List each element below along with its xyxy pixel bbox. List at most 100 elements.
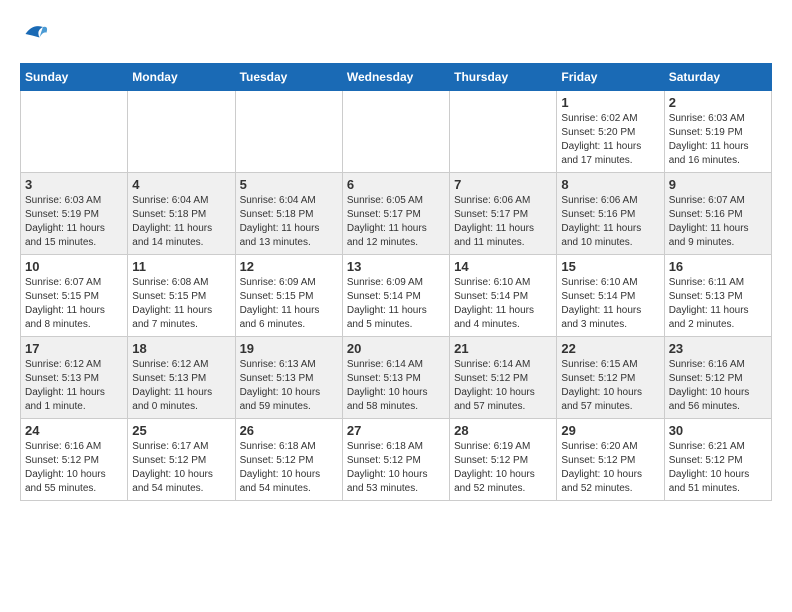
day-number: 28 (454, 423, 552, 438)
day-info: Sunrise: 6:11 AMSunset: 5:13 PMDaylight:… (669, 276, 767, 332)
day-info: Sunrise: 6:02 AMSunset: 5:20 PMDaylight:… (561, 112, 659, 168)
day-info: Sunrise: 6:14 AMSunset: 5:13 PMDaylight:… (347, 358, 445, 414)
calendar-week-row: 3 Sunrise: 6:03 AMSunset: 5:19 PMDaylight… (21, 173, 772, 255)
day-number: 17 (25, 341, 123, 356)
day-number: 14 (454, 259, 552, 274)
day-number: 20 (347, 341, 445, 356)
calendar-cell: 16 Sunrise: 6:11 AMSunset: 5:13 PMDayligh… (664, 255, 771, 337)
day-number: 15 (561, 259, 659, 274)
day-number: 10 (25, 259, 123, 274)
day-number: 6 (347, 177, 445, 192)
calendar-cell: 26Sunrise: 6:18 AMSunset: 5:12 PMDayligh… (235, 419, 342, 501)
calendar-cell: 3 Sunrise: 6:03 AMSunset: 5:19 PMDaylight… (21, 173, 128, 255)
calendar-cell: 11 Sunrise: 6:08 AMSunset: 5:15 PMDayligh… (128, 255, 235, 337)
day-info: Sunrise: 6:12 AMSunset: 5:13 PMDaylight:… (132, 358, 230, 414)
calendar-cell: 17 Sunrise: 6:12 AMSunset: 5:13 PMDayligh… (21, 337, 128, 419)
day-info: Sunrise: 6:14 AMSunset: 5:12 PMDaylight:… (454, 358, 552, 414)
day-number: 9 (669, 177, 767, 192)
day-number: 19 (240, 341, 338, 356)
day-number: 11 (132, 259, 230, 274)
day-number: 21 (454, 341, 552, 356)
calendar-cell: 4 Sunrise: 6:04 AMSunset: 5:18 PMDaylight… (128, 173, 235, 255)
day-info: Sunrise: 6:04 AMSunset: 5:18 PMDaylight:… (132, 194, 230, 250)
day-number: 25 (132, 423, 230, 438)
day-number: 13 (347, 259, 445, 274)
day-number: 8 (561, 177, 659, 192)
calendar-cell: 6Sunrise: 6:05 AMSunset: 5:17 PMDaylight… (342, 173, 449, 255)
day-number: 1 (561, 95, 659, 110)
day-number: 16 (669, 259, 767, 274)
day-info: Sunrise: 6:03 AMSunset: 5:19 PMDaylight:… (669, 112, 767, 168)
logo-bird-icon (22, 20, 50, 48)
calendar-cell: 8 Sunrise: 6:06 AMSunset: 5:16 PMDaylight… (557, 173, 664, 255)
day-number: 30 (669, 423, 767, 438)
day-number: 18 (132, 341, 230, 356)
weekday-header: Saturday (664, 64, 771, 91)
calendar-cell: 10 Sunrise: 6:07 AMSunset: 5:15 PMDayligh… (21, 255, 128, 337)
weekday-header: Thursday (450, 64, 557, 91)
calendar-cell: 2 Sunrise: 6:03 AMSunset: 5:19 PMDaylight… (664, 91, 771, 173)
calendar-cell: 1 Sunrise: 6:02 AMSunset: 5:20 PMDaylight… (557, 91, 664, 173)
calendar-cell: 28Sunrise: 6:19 AMSunset: 5:12 PMDayligh… (450, 419, 557, 501)
day-number: 7 (454, 177, 552, 192)
weekday-header: Wednesday (342, 64, 449, 91)
calendar-cell: 15 Sunrise: 6:10 AMSunset: 5:14 PMDayligh… (557, 255, 664, 337)
calendar-cell: 30Sunrise: 6:21 AMSunset: 5:12 PMDayligh… (664, 419, 771, 501)
calendar-cell: 22 Sunrise: 6:15 AMSunset: 5:12 PMDayligh… (557, 337, 664, 419)
weekday-header: Tuesday (235, 64, 342, 91)
calendar-cell: 9Sunrise: 6:07 AMSunset: 5:16 PMDaylight… (664, 173, 771, 255)
calendar-week-row: 24 Sunrise: 6:16 AMSunset: 5:12 PMDayligh… (21, 419, 772, 501)
calendar-cell: 19 Sunrise: 6:13 AMSunset: 5:13 PMDayligh… (235, 337, 342, 419)
day-info: Sunrise: 6:10 AMSunset: 5:14 PMDaylight:… (561, 276, 659, 332)
day-number: 22 (561, 341, 659, 356)
page-header (20, 20, 772, 53)
day-number: 4 (132, 177, 230, 192)
day-info: Sunrise: 6:12 AMSunset: 5:13 PMDaylight:… (25, 358, 123, 414)
calendar-cell: 24 Sunrise: 6:16 AMSunset: 5:12 PMDayligh… (21, 419, 128, 501)
calendar-cell: 27 Sunrise: 6:18 AMSunset: 5:12 PMDayligh… (342, 419, 449, 501)
day-info: Sunrise: 6:03 AMSunset: 5:19 PMDaylight:… (25, 194, 123, 250)
day-number: 3 (25, 177, 123, 192)
calendar-cell: 23 Sunrise: 6:16 AMSunset: 5:12 PMDayligh… (664, 337, 771, 419)
day-info: Sunrise: 6:04 AMSunset: 5:18 PMDaylight:… (240, 194, 338, 250)
day-info: Sunrise: 6:06 AMSunset: 5:16 PMDaylight:… (561, 194, 659, 250)
calendar-week-row: 10 Sunrise: 6:07 AMSunset: 5:15 PMDayligh… (21, 255, 772, 337)
logo (20, 20, 50, 53)
day-info: Sunrise: 6:08 AMSunset: 5:15 PMDaylight:… (132, 276, 230, 332)
calendar-week-row: 1 Sunrise: 6:02 AMSunset: 5:20 PMDaylight… (21, 91, 772, 173)
day-number: 24 (25, 423, 123, 438)
day-info: Sunrise: 6:20 AMSunset: 5:12 PMDaylight:… (561, 440, 659, 496)
day-info: Sunrise: 6:06 AMSunset: 5:17 PMDaylight:… (454, 194, 552, 250)
day-number: 27 (347, 423, 445, 438)
day-number: 2 (669, 95, 767, 110)
calendar-cell (128, 91, 235, 173)
calendar-cell: 21 Sunrise: 6:14 AMSunset: 5:12 PMDayligh… (450, 337, 557, 419)
day-info: Sunrise: 6:13 AMSunset: 5:13 PMDaylight:… (240, 358, 338, 414)
calendar-cell (21, 91, 128, 173)
day-info: Sunrise: 6:09 AMSunset: 5:14 PMDaylight:… (347, 276, 445, 332)
day-info: Sunrise: 6:16 AMSunset: 5:12 PMDaylight:… (25, 440, 123, 496)
weekday-header: Friday (557, 64, 664, 91)
calendar-table: SundayMondayTuesdayWednesdayThursdayFrid… (20, 63, 772, 501)
calendar-cell: 20 Sunrise: 6:14 AMSunset: 5:13 PMDayligh… (342, 337, 449, 419)
calendar-cell: 29Sunrise: 6:20 AMSunset: 5:12 PMDayligh… (557, 419, 664, 501)
weekday-header: Monday (128, 64, 235, 91)
day-info: Sunrise: 6:18 AMSunset: 5:12 PMDaylight:… (347, 440, 445, 496)
calendar-cell: 7 Sunrise: 6:06 AMSunset: 5:17 PMDaylight… (450, 173, 557, 255)
calendar-header-row: SundayMondayTuesdayWednesdayThursdayFrid… (21, 64, 772, 91)
day-info: Sunrise: 6:10 AMSunset: 5:14 PMDaylight:… (454, 276, 552, 332)
day-info: Sunrise: 6:16 AMSunset: 5:12 PMDaylight:… (669, 358, 767, 414)
day-number: 5 (240, 177, 338, 192)
calendar-cell: 14 Sunrise: 6:10 AMSunset: 5:14 PMDayligh… (450, 255, 557, 337)
day-number: 12 (240, 259, 338, 274)
calendar-cell: 25Sunrise: 6:17 AMSunset: 5:12 PMDayligh… (128, 419, 235, 501)
calendar-cell (342, 91, 449, 173)
calendar-cell: 18 Sunrise: 6:12 AMSunset: 5:13 PMDayligh… (128, 337, 235, 419)
day-number: 23 (669, 341, 767, 356)
day-info: Sunrise: 6:09 AMSunset: 5:15 PMDaylight:… (240, 276, 338, 332)
calendar-cell: 5 Sunrise: 6:04 AMSunset: 5:18 PMDaylight… (235, 173, 342, 255)
day-info: Sunrise: 6:07 AMSunset: 5:15 PMDaylight:… (25, 276, 123, 332)
day-info: Sunrise: 6:15 AMSunset: 5:12 PMDaylight:… (561, 358, 659, 414)
day-info: Sunrise: 6:18 AMSunset: 5:12 PMDaylight:… (240, 440, 338, 496)
calendar-cell: 12 Sunrise: 6:09 AMSunset: 5:15 PMDayligh… (235, 255, 342, 337)
